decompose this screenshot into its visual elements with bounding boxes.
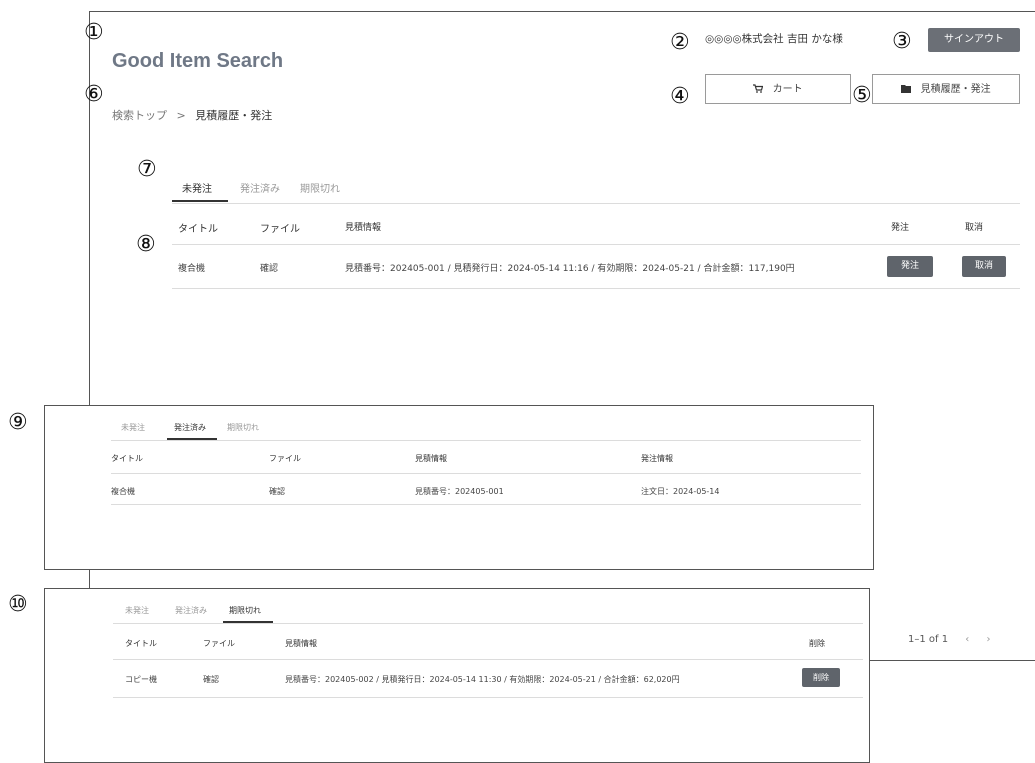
app-title[interactable]: Good Item Search <box>112 50 283 73</box>
history-button[interactable]: 見積履歴・発注 <box>872 74 1020 104</box>
tab-divider <box>111 440 861 441</box>
row-divider <box>113 697 863 698</box>
marker-4: ④ <box>670 84 690 109</box>
order-button[interactable]: 発注 <box>887 256 933 277</box>
tab-ordered[interactable]: 発注済み <box>175 605 207 616</box>
marker-2: ② <box>670 30 690 55</box>
row-divider <box>172 288 1020 289</box>
marker-1: ① <box>84 20 104 45</box>
column-header-title: タイトル <box>111 454 143 463</box>
column-header-info: 見積情報 <box>415 454 447 463</box>
column-header-file: ファイル <box>260 224 300 235</box>
row-title: コピー機 <box>125 675 157 684</box>
marker-6: ⑥ <box>84 82 104 107</box>
row-file-link[interactable]: 確認 <box>260 261 278 274</box>
marker-5: ⑤ <box>852 83 872 108</box>
delete-button[interactable]: 削除 <box>802 668 840 687</box>
next-page-icon[interactable]: › <box>986 634 990 645</box>
column-header-file: ファイル <box>203 639 235 648</box>
column-header-order-info: 発注情報 <box>641 454 673 463</box>
row-divider <box>111 504 861 505</box>
row-quote-info: 見積番号：202405-002 / 見積発行日：2024-05-14 11:30… <box>285 675 680 684</box>
header-divider <box>113 659 863 660</box>
tab-divider <box>113 623 863 624</box>
cart-icon <box>753 84 766 95</box>
prev-page-icon[interactable]: ‹ <box>965 634 969 645</box>
breadcrumb-separator: > <box>176 109 186 122</box>
row-file-link[interactable]: 確認 <box>269 486 285 497</box>
marker-10: ⑩ <box>8 592 28 617</box>
tab-ordered[interactable]: 発注済み <box>240 180 280 195</box>
row-quote-info: 見積番号：202405-001 / 見積発行日：2024-05-14 11:16… <box>345 264 795 274</box>
cart-button[interactable]: カート <box>705 74 851 104</box>
column-header-title: タイトル <box>178 224 218 235</box>
expired-panel: 未発注 発注済み 期限切れ タイトル ファイル 見積情報 削除 コピー機 確認 … <box>44 588 870 763</box>
cart-label: カート <box>772 84 803 95</box>
column-header-info: 見積情報 <box>285 639 317 648</box>
signout-button[interactable]: サインアウト <box>928 28 1020 52</box>
marker-3: ③ <box>892 29 912 54</box>
row-title: 複合機 <box>178 264 206 274</box>
ordered-panel: 未発注 発注済み 期限切れ タイトル ファイル 見積情報 発注情報 複合機 確認… <box>44 405 874 570</box>
header-divider <box>111 473 861 474</box>
pagination: 1–1 of 1 ‹ › <box>908 634 990 645</box>
tab-unordered[interactable]: 未発注 <box>125 605 149 616</box>
tab-divider <box>172 203 1020 204</box>
header-divider <box>172 244 1020 245</box>
column-header-title: タイトル <box>125 639 157 648</box>
marker-7: ⑦ <box>137 157 157 182</box>
tab-expired[interactable]: 期限切れ <box>300 180 340 195</box>
row-order-info: 注文日：2024-05-14 <box>641 487 720 496</box>
cancel-button[interactable]: 取消 <box>962 256 1006 277</box>
marker-9: ⑨ <box>8 410 28 435</box>
column-header-order: 発注 <box>891 223 910 233</box>
row-title: 複合機 <box>111 487 135 496</box>
folder-icon <box>901 84 914 95</box>
user-label: ◎◎◎◎株式会社 吉田 かな様 <box>705 33 843 45</box>
history-label: 見積履歴・発注 <box>920 84 991 95</box>
tab-expired[interactable]: 期限切れ <box>227 422 259 433</box>
column-header-info: 見積情報 <box>345 223 382 233</box>
column-header-file: ファイル <box>269 454 301 463</box>
breadcrumb-current: 見積履歴・発注 <box>195 109 273 122</box>
tab-ordered[interactable]: 発注済み <box>174 422 206 433</box>
row-file-link[interactable]: 確認 <box>203 674 219 685</box>
row-quote-info: 見積番号：202405-001 <box>415 487 504 496</box>
column-header-delete: 削除 <box>809 639 825 648</box>
pagination-range: 1–1 of 1 <box>908 634 949 645</box>
tab-unordered[interactable]: 未発注 <box>121 422 145 433</box>
active-tab-indicator <box>172 200 228 202</box>
tab-unordered[interactable]: 未発注 <box>182 180 212 195</box>
breadcrumb: 検索トップ > 見積履歴・発注 <box>112 107 272 123</box>
tab-expired[interactable]: 期限切れ <box>229 605 261 616</box>
column-header-cancel: 取消 <box>965 223 984 233</box>
breadcrumb-home[interactable]: 検索トップ <box>112 109 167 122</box>
marker-8: ⑧ <box>136 232 156 257</box>
